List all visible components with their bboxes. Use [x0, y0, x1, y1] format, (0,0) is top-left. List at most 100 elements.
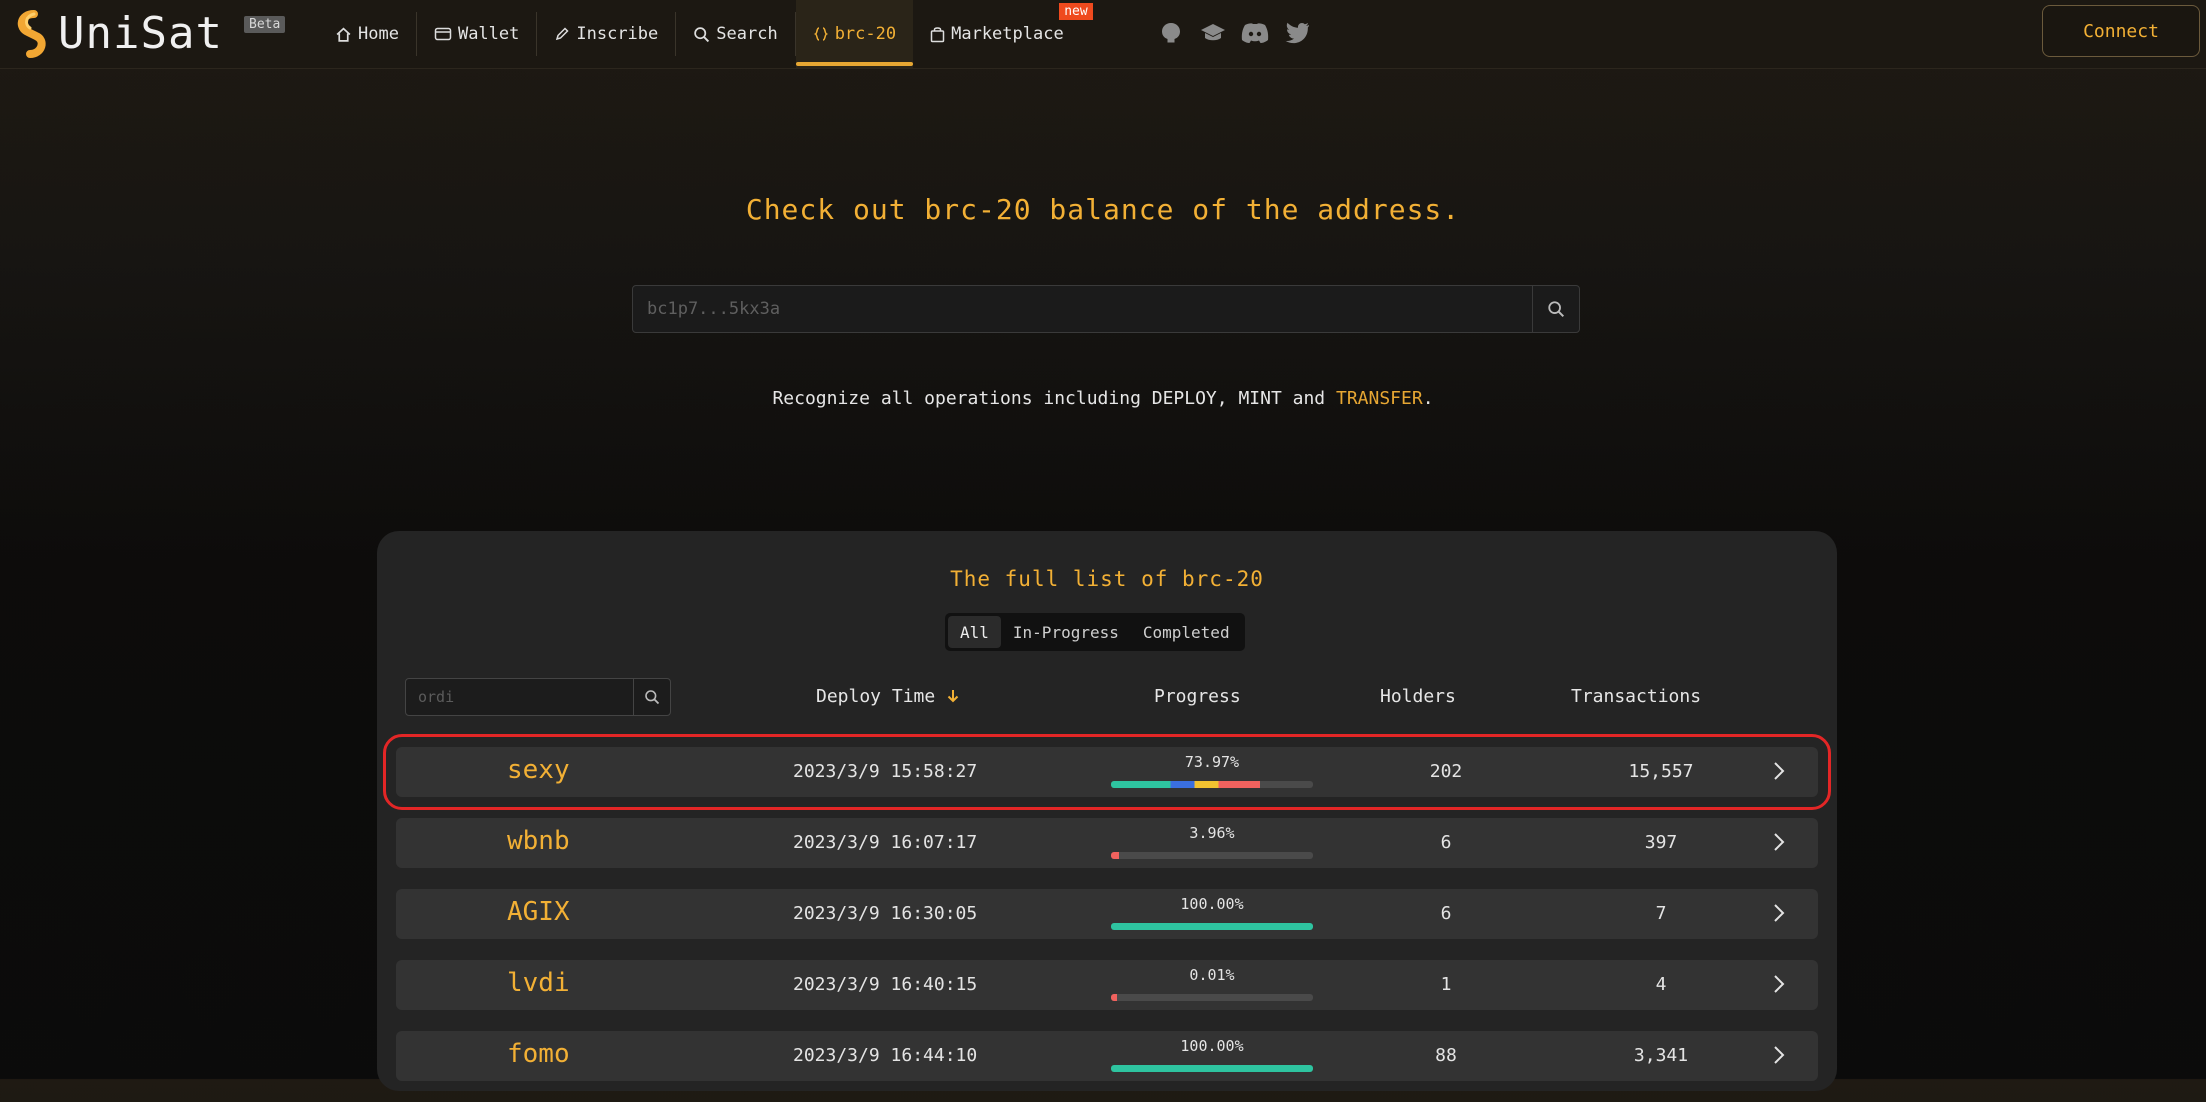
token-holders: 202: [1429, 761, 1463, 782]
token-list: sexy 2023/3/9 15:58:27 73.97% 202 15,557…: [383, 734, 1831, 1102]
token-ticker: AGIX: [507, 897, 570, 927]
nav-brc20[interactable]: brc-20: [795, 0, 914, 68]
address-search-button[interactable]: [1532, 286, 1579, 332]
token-progress-bar: [1111, 852, 1313, 859]
search-icon: [1548, 301, 1565, 318]
nav-home[interactable]: Home: [318, 0, 416, 68]
nav-inscribe[interactable]: Inscribe: [537, 0, 675, 68]
progress-fill: [1111, 923, 1313, 930]
token-holders: 1: [1440, 974, 1452, 995]
token-ticker: fomo: [507, 1039, 570, 1069]
top-nav: UniSat Beta Home Wallet Inscribe Search …: [0, 0, 2206, 69]
token-ticker: lvdi: [507, 968, 570, 998]
filter-all[interactable]: All: [948, 616, 1001, 648]
chevron-right-icon[interactable]: [1772, 973, 1786, 995]
logo[interactable]: UniSat: [12, 8, 223, 59]
filter-completed[interactable]: Completed: [1131, 616, 1242, 648]
token-holders: 6: [1440, 832, 1452, 853]
token-deploy-time: 2023/3/9 16:44:10: [793, 1045, 978, 1066]
token-row[interactable]: wbnb 2023/3/9 16:07:17 3.96% 6 397: [396, 818, 1818, 868]
column-deploy-time[interactable]: Deploy Time: [816, 686, 960, 707]
token-holders: 6: [1440, 903, 1452, 924]
progress-fill: [1111, 781, 1261, 788]
hero-title: Check out brc-20 balance of the address.: [745, 193, 1461, 226]
token-progress-text: 100.00%: [1180, 895, 1244, 913]
nav-marketplace[interactable]: Marketplace new: [913, 0, 1093, 68]
recognize-suffix: .: [1422, 388, 1434, 409]
chevron-right-icon[interactable]: [1772, 1044, 1786, 1066]
main-menu: Home Wallet Inscribe Search brc-20 Marke…: [318, 0, 1093, 68]
column-holders: Holders: [1380, 686, 1456, 707]
token-ticker: wbnb: [507, 826, 570, 856]
progress-fill: [1111, 1065, 1313, 1072]
deploy-time-label: Deploy Time: [816, 686, 936, 707]
token-progress-text: 3.96%: [1189, 824, 1235, 842]
nav-search-label: Search: [716, 24, 778, 44]
twitter-icon[interactable]: [1282, 18, 1312, 48]
token-progress-text: 0.01%: [1189, 966, 1235, 984]
token-transactions: 4: [1655, 974, 1667, 995]
token-row[interactable]: AGIX 2023/3/9 16:30:05 100.00% 6 7: [396, 889, 1818, 939]
github-icon[interactable]: [1156, 18, 1186, 48]
nav-brc20-label: brc-20: [834, 24, 897, 44]
nav-home-label: Home: [358, 24, 399, 44]
panel-title: The full list of brc-20: [950, 567, 1264, 591]
token-progress-bar: [1111, 1065, 1313, 1072]
braces-icon: [813, 26, 829, 42]
ticker-search-button[interactable]: [633, 679, 670, 715]
filter-in-progress[interactable]: In-Progress: [1001, 616, 1131, 648]
token-transactions: 15,557: [1628, 761, 1694, 782]
new-badge: new: [1059, 3, 1093, 20]
token-row[interactable]: sexy 2023/3/9 15:58:27 73.97% 202 15,557: [383, 734, 1831, 810]
brc20-list-panel: The full list of brc-20 All In-Progress …: [377, 531, 1837, 1091]
address-search: [632, 285, 1580, 333]
discord-icon[interactable]: [1240, 18, 1270, 48]
ticker-search-input[interactable]: [406, 679, 634, 715]
nav-inscribe-label: Inscribe: [576, 24, 659, 44]
token-progress-text: 73.97%: [1184, 753, 1240, 771]
nav-marketplace-label: Marketplace: [951, 24, 1064, 44]
token-row[interactable]: lvdi 2023/3/9 16:40:15 0.01% 1 4: [396, 960, 1818, 1010]
recognize-text: Recognize all operations including DEPLO…: [0, 388, 2206, 409]
social-links: [1156, 18, 1312, 48]
token-deploy-time: 2023/3/9 16:30:05: [793, 903, 978, 924]
chevron-right-icon[interactable]: [1772, 760, 1786, 782]
pencil-icon: [554, 26, 570, 42]
nav-wallet-label: Wallet: [457, 24, 520, 44]
token-transactions: 7: [1655, 903, 1667, 924]
token-transactions: 397: [1644, 832, 1678, 853]
token-deploy-time: 2023/3/9 16:07:17: [793, 832, 978, 853]
ticker-search: [405, 678, 671, 716]
column-progress: Progress: [1154, 686, 1241, 707]
address-input[interactable]: [633, 286, 1519, 332]
connect-button[interactable]: Connect: [2042, 5, 2200, 57]
transfer-highlight: TRANSFER: [1335, 388, 1423, 409]
nav-wallet[interactable]: Wallet: [417, 0, 536, 68]
column-transactions: Transactions: [1571, 686, 1702, 707]
progress-fill: [1111, 852, 1119, 859]
search-icon: [645, 690, 660, 705]
token-transactions: 3,341: [1633, 1045, 1689, 1066]
token-progress-bar: [1111, 923, 1313, 930]
recognize-prefix: Recognize all operations including DEPLO…: [772, 388, 1336, 409]
token-progress-text: 100.00%: [1180, 1037, 1244, 1055]
chevron-right-icon[interactable]: [1772, 831, 1786, 853]
unisat-logo-icon: [17, 9, 46, 58]
token-progress-bar: [1111, 781, 1313, 788]
token-ticker: sexy: [507, 755, 570, 785]
nav-search[interactable]: Search: [676, 0, 794, 68]
progress-fill: [1111, 994, 1118, 1001]
wallet-icon: [434, 26, 452, 42]
token-deploy-time: 2023/3/9 15:58:27: [793, 761, 978, 782]
chevron-right-icon[interactable]: [1772, 902, 1786, 924]
docs-icon[interactable]: [1198, 18, 1228, 48]
beta-badge: Beta: [244, 16, 286, 33]
token-holders: 88: [1435, 1045, 1457, 1066]
search-icon: [693, 26, 710, 43]
token-deploy-time: 2023/3/9 16:40:15: [793, 974, 978, 995]
token-row[interactable]: fomo 2023/3/9 16:44:10 100.00% 88 3,341: [396, 1031, 1818, 1081]
bag-icon: [930, 26, 945, 43]
token-progress-bar: [1111, 994, 1313, 1001]
home-icon: [335, 26, 352, 43]
brand-name: UniSat: [58, 8, 223, 59]
